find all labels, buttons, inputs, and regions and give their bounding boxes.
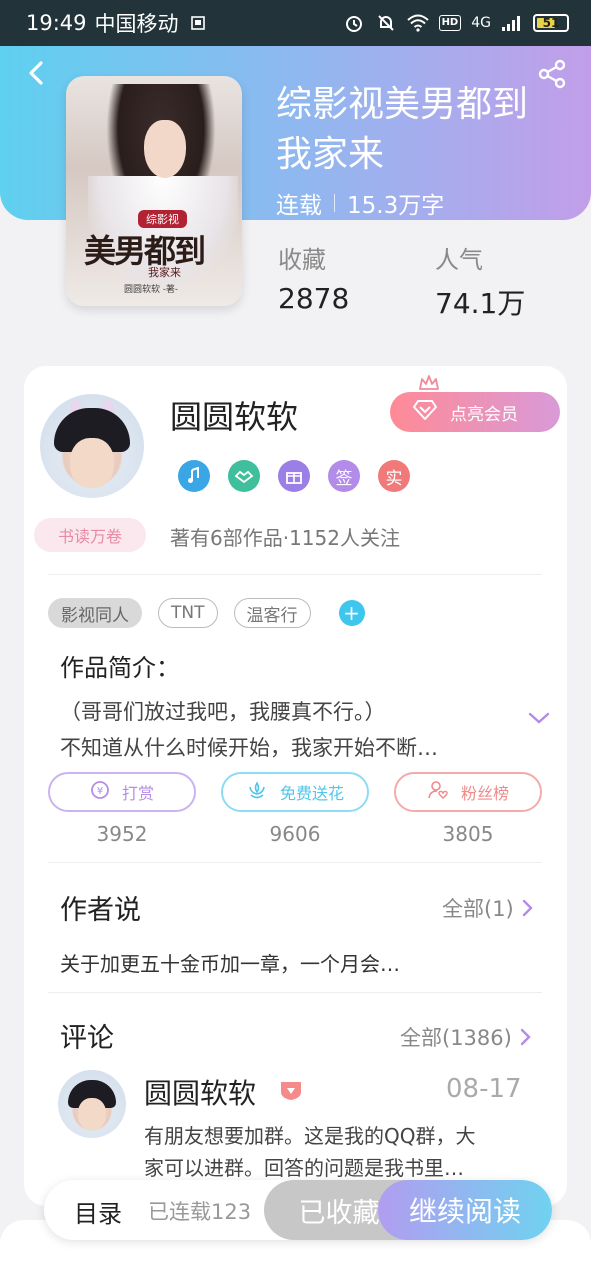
commenter-avatar[interactable] xyxy=(58,1070,126,1138)
verified-badge-icon[interactable]: 实 xyxy=(378,460,410,492)
chevron-right-icon xyxy=(520,1028,531,1046)
catalog-button[interactable]: 目录 xyxy=(74,1194,122,1229)
book-word-count: 15.3万字 xyxy=(347,193,445,219)
diamond-icon xyxy=(412,399,438,426)
popularity-value: 74.1万 xyxy=(435,287,526,320)
continue-reading-button[interactable]: 继续阅读 xyxy=(378,1180,552,1240)
battery-icon: 51 xyxy=(533,14,569,32)
svg-text:¥: ¥ xyxy=(97,786,103,797)
send-flower-label: 免费送花 xyxy=(279,784,344,803)
comment-date: 08-17 xyxy=(446,1074,522,1104)
tag-item[interactable]: 影视同人 xyxy=(48,598,142,628)
signal-icon xyxy=(501,12,523,34)
back-icon[interactable] xyxy=(22,58,52,88)
book-meta: 连载 15.3万字 xyxy=(276,186,444,220)
favorites-value: 2878 xyxy=(278,282,350,315)
status-bar: 19:49 中国移动 HD 4G 51 xyxy=(0,0,591,46)
favorites-label: 收藏 xyxy=(278,246,326,274)
signed-badge-icon[interactable]: 签 xyxy=(328,460,360,492)
activate-vip-button[interactable]: 点亮会员 xyxy=(390,375,560,432)
flower-icon xyxy=(246,780,268,804)
tip-label: 打赏 xyxy=(121,784,154,803)
send-flower-button[interactable]: 免费送花 xyxy=(221,772,369,812)
cover-title-art: 美男都到 xyxy=(84,232,206,270)
music-badge-icon[interactable] xyxy=(178,460,210,492)
author-note[interactable]: 关于加更五十金币加一章，一个月会… xyxy=(60,948,400,977)
intro-text[interactable]: （哥哥们放过我吧，我腰真不行。） 不知道从什么时候开始，我家开始不断… xyxy=(60,694,510,766)
gift-badge-icon[interactable] xyxy=(278,460,310,492)
share-icon[interactable] xyxy=(536,58,568,90)
tag-item[interactable]: TNT xyxy=(158,598,218,628)
serial-progress[interactable]: 已连载123 xyxy=(148,1196,251,1226)
mute-icon xyxy=(375,12,397,34)
comment-line: 有朋友想要加群。这是我的QQ群，大 xyxy=(144,1124,476,1148)
author-avatar[interactable] xyxy=(40,394,144,498)
fan-count: 3805 xyxy=(442,822,494,846)
chevron-down-icon[interactable] xyxy=(528,710,550,726)
wifi-icon xyxy=(406,12,429,34)
tag-list: 影视同人 TNT 温客行 + xyxy=(48,598,365,628)
bottom-action-bar: 目录 已连载123 已收藏 继续阅读 xyxy=(44,1180,552,1240)
notification-icon xyxy=(187,12,209,34)
author-says-all-link[interactable]: 全部(1) xyxy=(442,893,534,923)
handshake-badge-icon[interactable] xyxy=(228,460,260,492)
alarm-icon xyxy=(343,12,365,34)
crown-icon xyxy=(418,374,440,392)
reader-title-badge: 书读万卷 xyxy=(34,518,146,552)
intro-title: 作品简介： xyxy=(60,654,180,682)
fan-ranking-label: 粉丝榜 xyxy=(460,784,509,803)
book-status: 连载 xyxy=(276,193,322,219)
add-tag-icon[interactable]: + xyxy=(338,600,365,626)
author-badge-icon xyxy=(278,1078,304,1102)
popularity-label: 人气 xyxy=(435,246,483,274)
author-badges: 签 实 xyxy=(178,460,410,492)
chevron-right-icon xyxy=(522,899,533,917)
coin-icon: ¥ xyxy=(90,780,110,804)
meta-divider xyxy=(334,194,335,212)
cover-author-art: 圆圆软软 -著- xyxy=(124,285,178,295)
status-carrier: 中国移动 xyxy=(94,12,179,36)
cover-art-face xyxy=(144,120,186,178)
author-says-title: 作者说 xyxy=(60,895,141,926)
divider xyxy=(48,992,542,993)
user-heart-icon xyxy=(427,780,449,804)
tip-count: 3952 xyxy=(96,822,148,846)
book-cover[interactable]: 综影视 美男都到 我家来 圆圆软软 -著- xyxy=(66,76,242,306)
comments-link-label: 全部(1386) xyxy=(400,1026,512,1050)
intro-line: （哥哥们放过我吧，我腰真不行。） xyxy=(60,700,386,724)
fan-ranking-button[interactable]: 粉丝榜 xyxy=(394,772,542,812)
flower-count: 9606 xyxy=(269,822,321,846)
intro-line: 不知道从什么时候开始，我家开始不断… xyxy=(60,736,438,760)
divider xyxy=(48,862,542,863)
author-says-link-label: 全部(1) xyxy=(442,897,514,921)
comments-all-link[interactable]: 全部(1386) xyxy=(400,1022,532,1052)
comment-text[interactable]: 有朋友想要加群。这是我的QQ群，大 家可以进群。回答的问题是我书里… xyxy=(144,1120,524,1184)
vip-button-label: 点亮会员 xyxy=(450,404,518,425)
cover-subtitle-art: 我家来 xyxy=(148,266,181,279)
commenter-name[interactable]: 圆圆软软 xyxy=(144,1072,256,1112)
author-name[interactable]: 圆圆软软 xyxy=(170,392,298,438)
divider xyxy=(48,574,542,575)
tag-item[interactable]: 温客行 xyxy=(233,598,311,628)
status-time: 19:49 xyxy=(26,11,87,35)
book-title: 综影视美男都到我家来 xyxy=(276,84,529,175)
author-stats: 著有6部作品·1152人关注 xyxy=(170,526,400,550)
tip-button[interactable]: ¥ 打赏 xyxy=(48,772,196,812)
hd-icon: HD xyxy=(438,15,462,31)
network-type: 4G xyxy=(471,15,491,31)
comments-title: 评论 xyxy=(60,1023,114,1054)
